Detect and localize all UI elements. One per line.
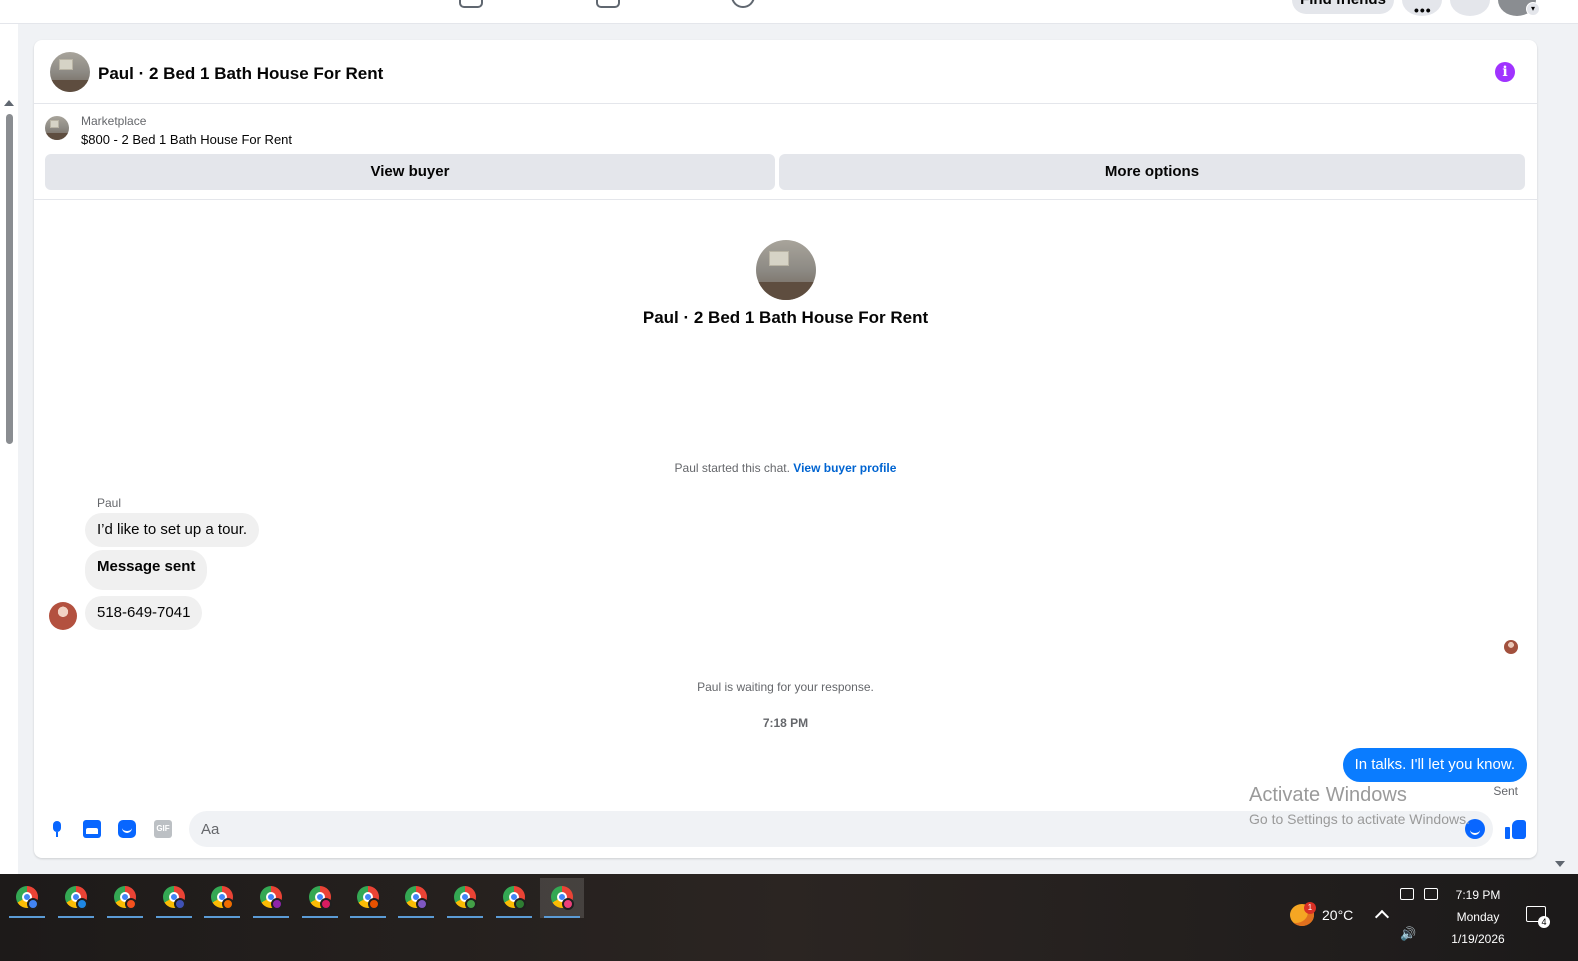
running-indicator (204, 916, 240, 918)
chat-started-text: Paul started this chat. (674, 461, 790, 475)
sticker-icon[interactable] (118, 820, 136, 838)
chat-started-notice: Paul started this chat. View buyer profi… (34, 461, 1537, 475)
temperature[interactable]: 20°C (1322, 907, 1353, 923)
view-buyer-profile-link[interactable]: View buyer profile (793, 461, 896, 475)
taskbar-chrome-app[interactable] (540, 878, 584, 918)
message-bubble[interactable]: Message sent (85, 550, 208, 590)
chat-header: Paul · 2 Bed 1 Bath House For Rent i (34, 40, 1537, 104)
profile-avatar[interactable]: ▾ (1498, 0, 1540, 16)
sender-name: Paul (97, 496, 122, 510)
weather-badge: 1 (1304, 902, 1316, 914)
volume-icon[interactable]: 🔊 (1400, 926, 1416, 942)
thumbs-up-icon[interactable] (1505, 818, 1527, 840)
running-indicator (156, 916, 192, 918)
taskbar-chrome-app[interactable] (394, 878, 438, 918)
chat-title[interactable]: Paul · 2 Bed 1 Bath House For Rent (98, 64, 383, 84)
photo-icon[interactable] (83, 820, 101, 838)
scroll-down-arrow-icon[interactable] (1555, 861, 1565, 867)
scroll-up-arrow-icon[interactable] (4, 100, 14, 106)
profile-badge-icon (562, 898, 574, 910)
gif-icon[interactable]: GIF (154, 820, 172, 838)
menu-button[interactable]: ••• (1402, 0, 1442, 18)
notification-count: 4 (1538, 916, 1550, 928)
watermark-subtitle: Go to Settings to activate Windows. (1249, 811, 1470, 827)
chevron-down-icon[interactable]: ▾ (1526, 2, 1540, 16)
taskbar-chrome-app[interactable] (152, 878, 196, 918)
network-icon[interactable] (1424, 888, 1438, 900)
profile-badge-icon (174, 898, 186, 910)
listing-thumbnail[interactable] (45, 116, 69, 140)
message-bubble[interactable]: 518-649-7041 (85, 596, 203, 630)
sent-status: Sent (1493, 784, 1518, 798)
running-indicator (302, 916, 338, 918)
video-icon[interactable] (596, 0, 620, 8)
info-icon[interactable]: i (1495, 62, 1515, 82)
chat-window: Paul · 2 Bed 1 Bath House For Rent i Mar… (34, 40, 1537, 858)
seen-indicator-avatar (1504, 640, 1518, 654)
system-clock[interactable]: 7:19 PM Monday 1/19/2026 (1440, 884, 1516, 950)
marketplace-label: Marketplace (81, 114, 147, 128)
marketplace-icon[interactable] (731, 0, 755, 8)
taskbar-chrome-app[interactable] (5, 878, 49, 918)
conversation-title: Paul · 2 Bed 1 Bath House For Rent (642, 308, 929, 327)
running-indicator (447, 916, 483, 918)
running-indicator (496, 916, 532, 918)
taskbar-chrome-app[interactable] (298, 878, 342, 918)
listing-avatar[interactable] (50, 52, 90, 92)
home-icon[interactable] (459, 0, 483, 8)
message-timestamp: 7:18 PM (762, 716, 809, 730)
taskbar-chrome-app[interactable] (249, 878, 293, 918)
clock-day: Monday (1456, 910, 1500, 924)
waiting-notice: Paul is waiting for your response. (697, 680, 874, 694)
more-options-button[interactable]: More options (779, 154, 1525, 190)
windows-taskbar: 1 20°C 🔊 7:19 PM Monday 1/19/2026 4 (0, 874, 1578, 961)
microphone-icon[interactable] (48, 820, 66, 838)
sender-avatar[interactable] (49, 602, 77, 630)
profile-badge-icon (514, 898, 526, 910)
listing-title[interactable]: $800 - 2 Bed 1 Bath House For Rent (81, 132, 292, 147)
scrollbar-thumb[interactable] (6, 114, 13, 444)
view-buyer-button[interactable]: View buyer (45, 154, 775, 190)
watermark-title: Activate Windows (1249, 784, 1407, 806)
menu-dots-icon: ••• (1414, 2, 1432, 18)
taskbar-chrome-app[interactable] (103, 878, 147, 918)
profile-badge-icon (368, 898, 380, 910)
find-friends-button[interactable]: Find friends (1292, 0, 1394, 14)
profile-badge-icon (416, 898, 428, 910)
messenger-button[interactable] (1450, 0, 1490, 16)
running-indicator (544, 916, 580, 918)
profile-badge-icon (76, 898, 88, 910)
profile-badge-icon (27, 898, 39, 910)
clock-time: 7:19 PM (1455, 888, 1501, 902)
running-indicator (350, 916, 386, 918)
clock-date: 1/19/2026 (1451, 932, 1505, 946)
running-indicator (398, 916, 434, 918)
profile-badge-icon (271, 898, 283, 910)
profile-badge-icon (125, 898, 137, 910)
running-indicator (9, 916, 45, 918)
outgoing-message-bubble[interactable]: In talks. I'll let you know. (1342, 748, 1527, 782)
message-bubble[interactable]: I’d like to set up a tour. (85, 513, 260, 547)
taskbar-chrome-app[interactable] (443, 878, 487, 918)
running-indicator (58, 916, 94, 918)
taskbar-chrome-app[interactable] (54, 878, 98, 918)
conversation-avatar (756, 240, 816, 300)
show-hidden-icons-chevron-icon[interactable] (1374, 909, 1390, 925)
running-indicator (107, 916, 143, 918)
meet-now-icon[interactable] (1400, 888, 1414, 900)
page-scrollbar[interactable] (0, 24, 18, 891)
taskbar-chrome-app[interactable] (492, 878, 536, 918)
activate-windows-watermark: Activate Windows Go to Settings to activ… (1249, 784, 1470, 827)
profile-badge-icon (465, 898, 477, 910)
top-navigation-bar: Find friends ••• ▾ (0, 0, 1578, 24)
profile-badge-icon (222, 898, 234, 910)
taskbar-chrome-app[interactable] (346, 878, 390, 918)
running-indicator (253, 916, 289, 918)
marketplace-listing-panel: Marketplace $800 - 2 Bed 1 Bath House Fo… (34, 104, 1537, 200)
profile-badge-icon (320, 898, 332, 910)
taskbar-chrome-app[interactable] (200, 878, 244, 918)
